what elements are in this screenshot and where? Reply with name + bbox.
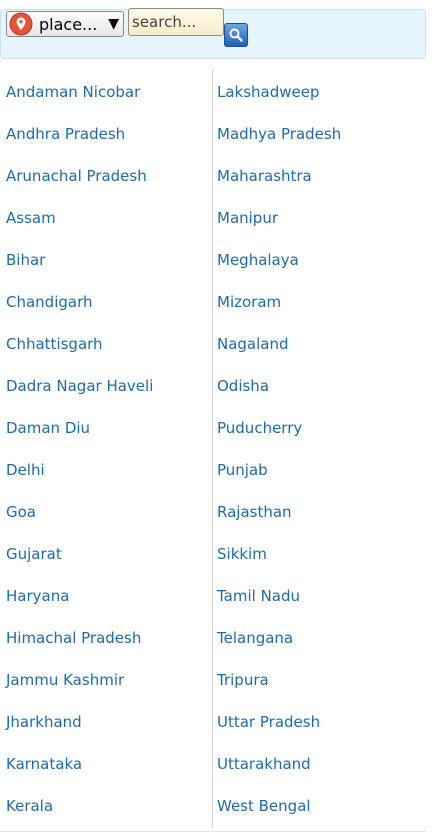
place-dropdown-label: place... xyxy=(39,14,98,34)
list-item: Sikkim xyxy=(217,532,341,574)
state-link[interactable]: Gujarat xyxy=(6,545,62,563)
magnifier-icon xyxy=(229,28,243,42)
state-link[interactable]: Delhi xyxy=(6,461,45,479)
state-link[interactable]: Tripura xyxy=(217,671,269,689)
state-link[interactable]: Jammu Kashmir xyxy=(6,671,124,689)
state-link[interactable]: Himachal Pradesh xyxy=(6,629,141,647)
state-link[interactable]: Maharashtra xyxy=(217,167,312,185)
state-link[interactable]: Meghalaya xyxy=(217,251,299,269)
state-link[interactable]: Haryana xyxy=(6,587,69,605)
state-link[interactable]: Dadra Nagar Haveli xyxy=(6,377,153,395)
state-link[interactable]: Telangana xyxy=(217,629,293,647)
list-item: Manipur xyxy=(217,196,341,238)
list-item: Andhra Pradesh xyxy=(6,112,153,154)
place-dropdown[interactable]: place... ▼ xyxy=(6,11,124,37)
list-item: Daman Diu xyxy=(6,406,153,448)
list-item: Rajasthan xyxy=(217,490,341,532)
list-item: West Bengal xyxy=(217,784,341,826)
state-link[interactable]: Odisha xyxy=(217,377,269,395)
list-item: Mizoram xyxy=(217,280,341,322)
state-link[interactable]: Jharkhand xyxy=(6,713,82,731)
list-item: Chhattisgarh xyxy=(6,322,153,364)
list-item: Meghalaya xyxy=(217,238,341,280)
state-link[interactable]: Daman Diu xyxy=(6,419,90,437)
state-link[interactable]: Punjab xyxy=(217,461,268,479)
list-item: Lakshadweep xyxy=(217,70,341,112)
column-divider xyxy=(212,70,213,828)
state-link[interactable]: Puducherry xyxy=(217,419,302,437)
state-link[interactable]: Rajasthan xyxy=(217,503,292,521)
state-link[interactable]: Nagaland xyxy=(217,335,289,353)
list-item: Assam xyxy=(6,196,153,238)
list-item: Puducherry xyxy=(217,406,341,448)
search-button[interactable] xyxy=(224,23,248,47)
location-pin-icon xyxy=(9,12,33,36)
state-link[interactable]: Madhya Pradesh xyxy=(217,125,341,143)
state-link[interactable]: Manipur xyxy=(217,209,278,227)
state-link[interactable]: Uttarakhand xyxy=(217,755,311,773)
list-item: Maharashtra xyxy=(217,154,341,196)
list-item: Jharkhand xyxy=(6,700,153,742)
state-link[interactable]: Mizoram xyxy=(217,293,281,311)
list-item: Telangana xyxy=(217,616,341,658)
list-item: Uttarakhand xyxy=(217,742,341,784)
list-item: Punjab xyxy=(217,448,341,490)
state-link[interactable]: Andhra Pradesh xyxy=(6,125,125,143)
state-link[interactable]: Andaman Nicobar xyxy=(6,83,140,101)
list-item: Haryana xyxy=(6,574,153,616)
state-link[interactable]: Chandigarh xyxy=(6,293,93,311)
list-item: Kerala xyxy=(6,784,153,826)
list-item: Jammu Kashmir xyxy=(6,658,153,700)
list-item: Tripura xyxy=(217,658,341,700)
state-link[interactable]: Kerala xyxy=(6,797,53,815)
list-item: Dadra Nagar Haveli xyxy=(6,364,153,406)
list-item: Karnataka xyxy=(6,742,153,784)
list-item: Madhya Pradesh xyxy=(217,112,341,154)
state-list-right: Lakshadweep Madhya Pradesh Maharashtra Mani… xyxy=(217,70,341,826)
state-link[interactable]: Tamil Nadu xyxy=(217,587,300,605)
state-link[interactable]: Sikkim xyxy=(217,545,267,563)
state-link[interactable]: Lakshadweep xyxy=(217,83,320,101)
state-link[interactable]: Goa xyxy=(6,503,36,521)
list-item: Bihar xyxy=(6,238,153,280)
list-item: Delhi xyxy=(6,448,153,490)
list-item: Chandigarh xyxy=(6,280,153,322)
list-item: Tamil Nadu xyxy=(217,574,341,616)
search-input[interactable] xyxy=(128,8,224,36)
state-link[interactable]: Karnataka xyxy=(6,755,82,773)
list-item: Gujarat xyxy=(6,532,153,574)
list-item: Andaman Nicobar xyxy=(6,70,153,112)
list-item: Arunachal Pradesh xyxy=(6,154,153,196)
list-item: Uttar Pradesh xyxy=(217,700,341,742)
state-link[interactable]: Chhattisgarh xyxy=(6,335,103,353)
chevron-down-icon: ▼ xyxy=(108,16,119,32)
state-link[interactable]: Arunachal Pradesh xyxy=(6,167,147,185)
state-link[interactable]: Uttar Pradesh xyxy=(217,713,320,731)
state-link[interactable]: West Bengal xyxy=(217,797,311,815)
bottom-divider xyxy=(0,831,426,832)
list-item: Nagaland xyxy=(217,322,341,364)
list-item: Goa xyxy=(6,490,153,532)
state-link[interactable]: Assam xyxy=(6,209,56,227)
list-item: Himachal Pradesh xyxy=(6,616,153,658)
list-item: Odisha xyxy=(217,364,341,406)
state-link[interactable]: Bihar xyxy=(6,251,45,269)
state-list-left: Andaman Nicobar Andhra Pradesh Arunachal P… xyxy=(6,70,153,826)
